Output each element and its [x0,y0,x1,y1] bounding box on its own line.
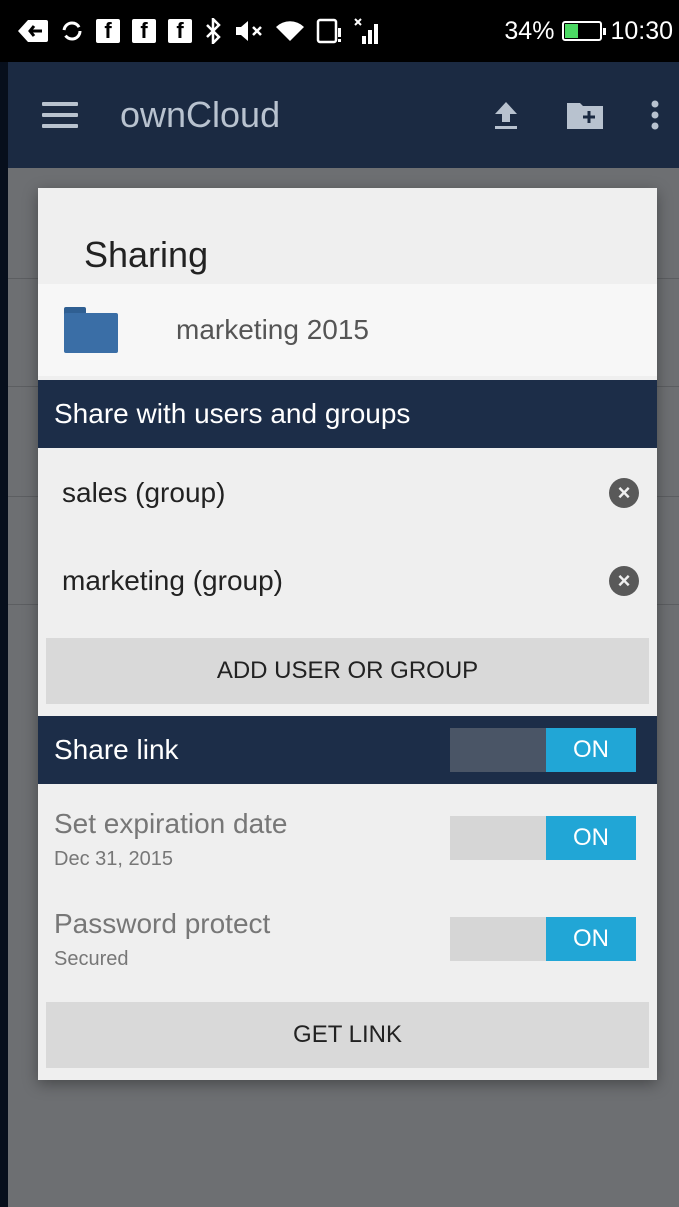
menu-icon[interactable] [42,102,78,128]
sync-icon [60,19,84,43]
clock: 10:30 [610,16,673,45]
password-toggle[interactable]: ON [450,917,636,961]
share-link-toggle[interactable]: ON [450,728,636,772]
share-link-toggle-state: ON [546,728,636,772]
facebook-icon: f [168,18,192,43]
signal-icon [354,18,382,44]
expiration-toggle-state: ON [546,816,636,860]
password-label: Password protect [54,908,271,939]
shared-file-row: marketing 2015 [38,284,657,376]
get-link-button[interactable]: GET LINK [46,1002,649,1068]
expiration-label: Set expiration date [54,808,288,839]
share-link-header: Share link ON [38,716,657,784]
share-user-name: sales (group) [62,477,226,508]
folder-icon [64,307,118,353]
share-with-header: Share with users and groups [38,380,657,448]
battery-percent: 34% [504,16,555,45]
more-vert-icon[interactable] [651,100,659,130]
share-user-row: marketing (group) × [38,538,657,624]
wifi-icon [276,19,304,43]
bluetooth-icon [204,18,222,44]
expiration-date: Dec 31, 2015 [54,848,173,870]
add-user-or-group-button[interactable]: ADD USER OR GROUP [46,638,649,704]
facebook-icon: f [96,18,120,43]
upload-icon[interactable] [493,100,519,130]
file-name: marketing 2015 [176,314,370,345]
remove-share-icon[interactable]: × [609,566,639,596]
storage-alert-icon [316,18,342,44]
app-title: ownCloud [120,94,281,135]
share-link-header-label: Share link [54,734,179,765]
password-toggle-state: ON [546,917,636,961]
app-bar: ownCloud [8,62,679,168]
sharing-dialog: Sharing marketing 2015 Share with users … [38,188,657,1080]
expiration-toggle[interactable]: ON [450,816,636,860]
facebook-icon: f [132,18,156,43]
volume-muted-icon [234,19,264,43]
share-with-header-label: Share with users and groups [54,398,411,429]
remove-share-icon[interactable]: × [609,478,639,508]
share-user-name: marketing (group) [62,565,283,596]
status-bar: f f f 34% 10:30 [0,0,679,62]
battery-icon [562,21,607,41]
share-user-row: sales (group) × [38,450,657,536]
dialog-title: Sharing [84,234,209,275]
back-icon [18,20,48,42]
password-status: Secured [54,948,129,970]
new-folder-icon[interactable] [567,101,603,129]
